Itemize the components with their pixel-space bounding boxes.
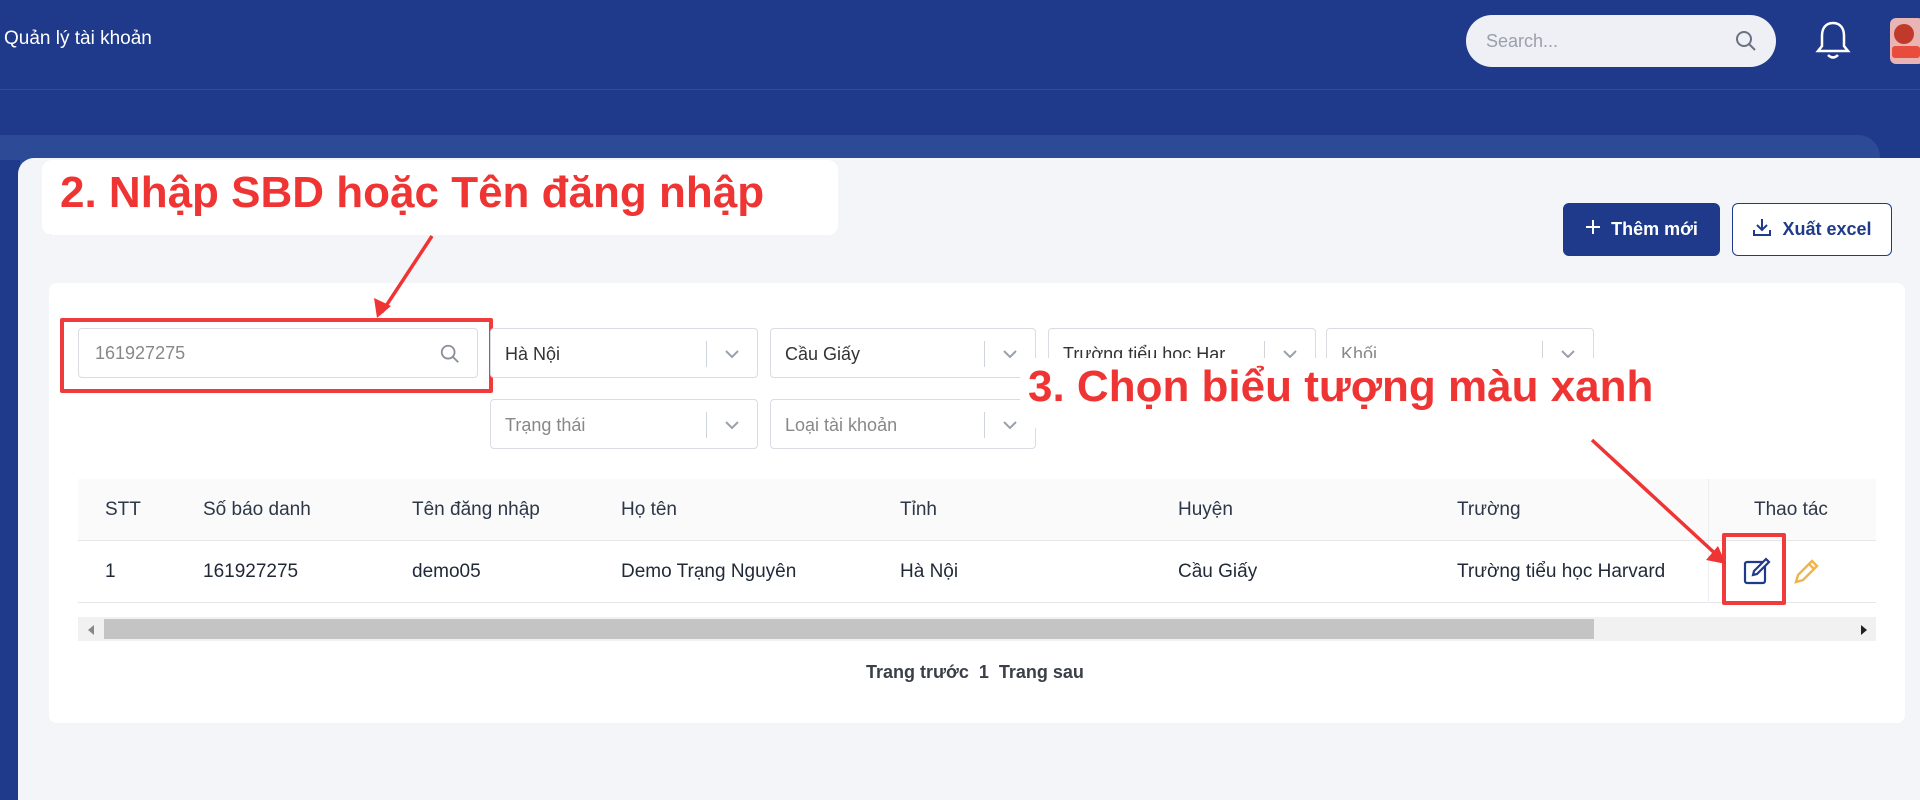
page-title: Quản lý tài khoản bbox=[4, 28, 152, 49]
search-icon[interactable] bbox=[1734, 29, 1758, 58]
next-page-link[interactable]: Trang sau bbox=[999, 662, 1084, 683]
chevron-down-icon bbox=[723, 417, 741, 438]
add-new-label: Thêm mới bbox=[1611, 219, 1698, 239]
pagination: Trang trước 1 Trang sau bbox=[866, 662, 1084, 683]
step3-callout: 3. Chọn biểu tượng màu xanh bbox=[1028, 362, 1654, 411]
header-candidate-number: Số báo danh bbox=[203, 499, 311, 520]
export-excel-button[interactable]: Xuất excel bbox=[1732, 203, 1892, 256]
top-bar: Quản lý tài khoản bbox=[0, 0, 1920, 90]
avatar[interactable] bbox=[1890, 18, 1920, 64]
table-row[interactable]: 1 161927275 demo05 Demo Trạng Nguyên Hà … bbox=[78, 541, 1876, 603]
district-value: Cầu Giấy bbox=[785, 344, 861, 364]
edit-icon-highlight bbox=[1722, 533, 1786, 605]
chevron-down-icon bbox=[723, 346, 741, 367]
prev-page-link[interactable]: Trang trước bbox=[866, 662, 969, 683]
province-select[interactable]: Hà Nội bbox=[490, 328, 758, 378]
add-new-button[interactable]: Thêm mới bbox=[1563, 203, 1720, 256]
chevron-down-icon bbox=[1001, 346, 1019, 367]
account-type-placeholder: Loại tài khoản bbox=[785, 415, 898, 435]
scroll-right-icon[interactable] bbox=[1860, 623, 1868, 641]
sub-bar bbox=[0, 90, 1920, 135]
select-divider bbox=[706, 341, 707, 367]
status-placeholder: Trạng thái bbox=[505, 415, 586, 435]
cell-stt: 1 bbox=[105, 561, 116, 582]
download-icon bbox=[1752, 217, 1772, 242]
header-district: Huyện bbox=[1178, 499, 1233, 520]
search-input[interactable] bbox=[1486, 15, 1726, 67]
cell-district: Cầu Giấy bbox=[1178, 561, 1258, 582]
account-type-select[interactable]: Loại tài khoản bbox=[770, 399, 1036, 449]
scroll-thumb[interactable] bbox=[104, 619, 1594, 639]
cell-school: Trường tiểu học Harvard bbox=[1457, 561, 1666, 582]
header-province: Tỉnh bbox=[900, 499, 937, 520]
step2-callout: 2. Nhập SBD hoặc Tên đăng nhập bbox=[60, 168, 765, 217]
cell-province: Hà Nội bbox=[900, 561, 959, 582]
district-select[interactable]: Cầu Giấy bbox=[770, 328, 1036, 378]
header-username: Tên đăng nhập bbox=[412, 499, 540, 520]
export-excel-label: Xuất excel bbox=[1782, 219, 1872, 239]
header-stt: STT bbox=[105, 499, 141, 520]
code-field-highlight bbox=[60, 318, 493, 393]
province-value: Hà Nội bbox=[505, 344, 561, 364]
bell-icon[interactable] bbox=[1812, 17, 1854, 68]
header-full-name: Họ tên bbox=[621, 499, 677, 520]
status-select[interactable]: Trạng thái bbox=[490, 399, 758, 449]
header-school: Trường bbox=[1457, 499, 1521, 520]
sidebar-strip bbox=[0, 160, 20, 800]
select-divider bbox=[984, 341, 985, 367]
scroll-left-icon[interactable] bbox=[87, 623, 95, 641]
table-header: STT Số báo danh Tên đăng nhập Họ tên Tỉn… bbox=[78, 479, 1876, 541]
cell-full-name: Demo Trạng Nguyên bbox=[621, 561, 797, 582]
current-page[interactable]: 1 bbox=[979, 662, 989, 683]
horizontal-scrollbar[interactable] bbox=[78, 617, 1876, 641]
cell-username: demo05 bbox=[412, 561, 481, 582]
cell-candidate-number: 161927275 bbox=[203, 561, 299, 582]
select-divider bbox=[706, 412, 707, 438]
chevron-down-icon bbox=[1001, 417, 1019, 438]
global-search[interactable] bbox=[1466, 15, 1776, 67]
plus-icon bbox=[1585, 219, 1601, 240]
select-divider bbox=[984, 412, 985, 438]
